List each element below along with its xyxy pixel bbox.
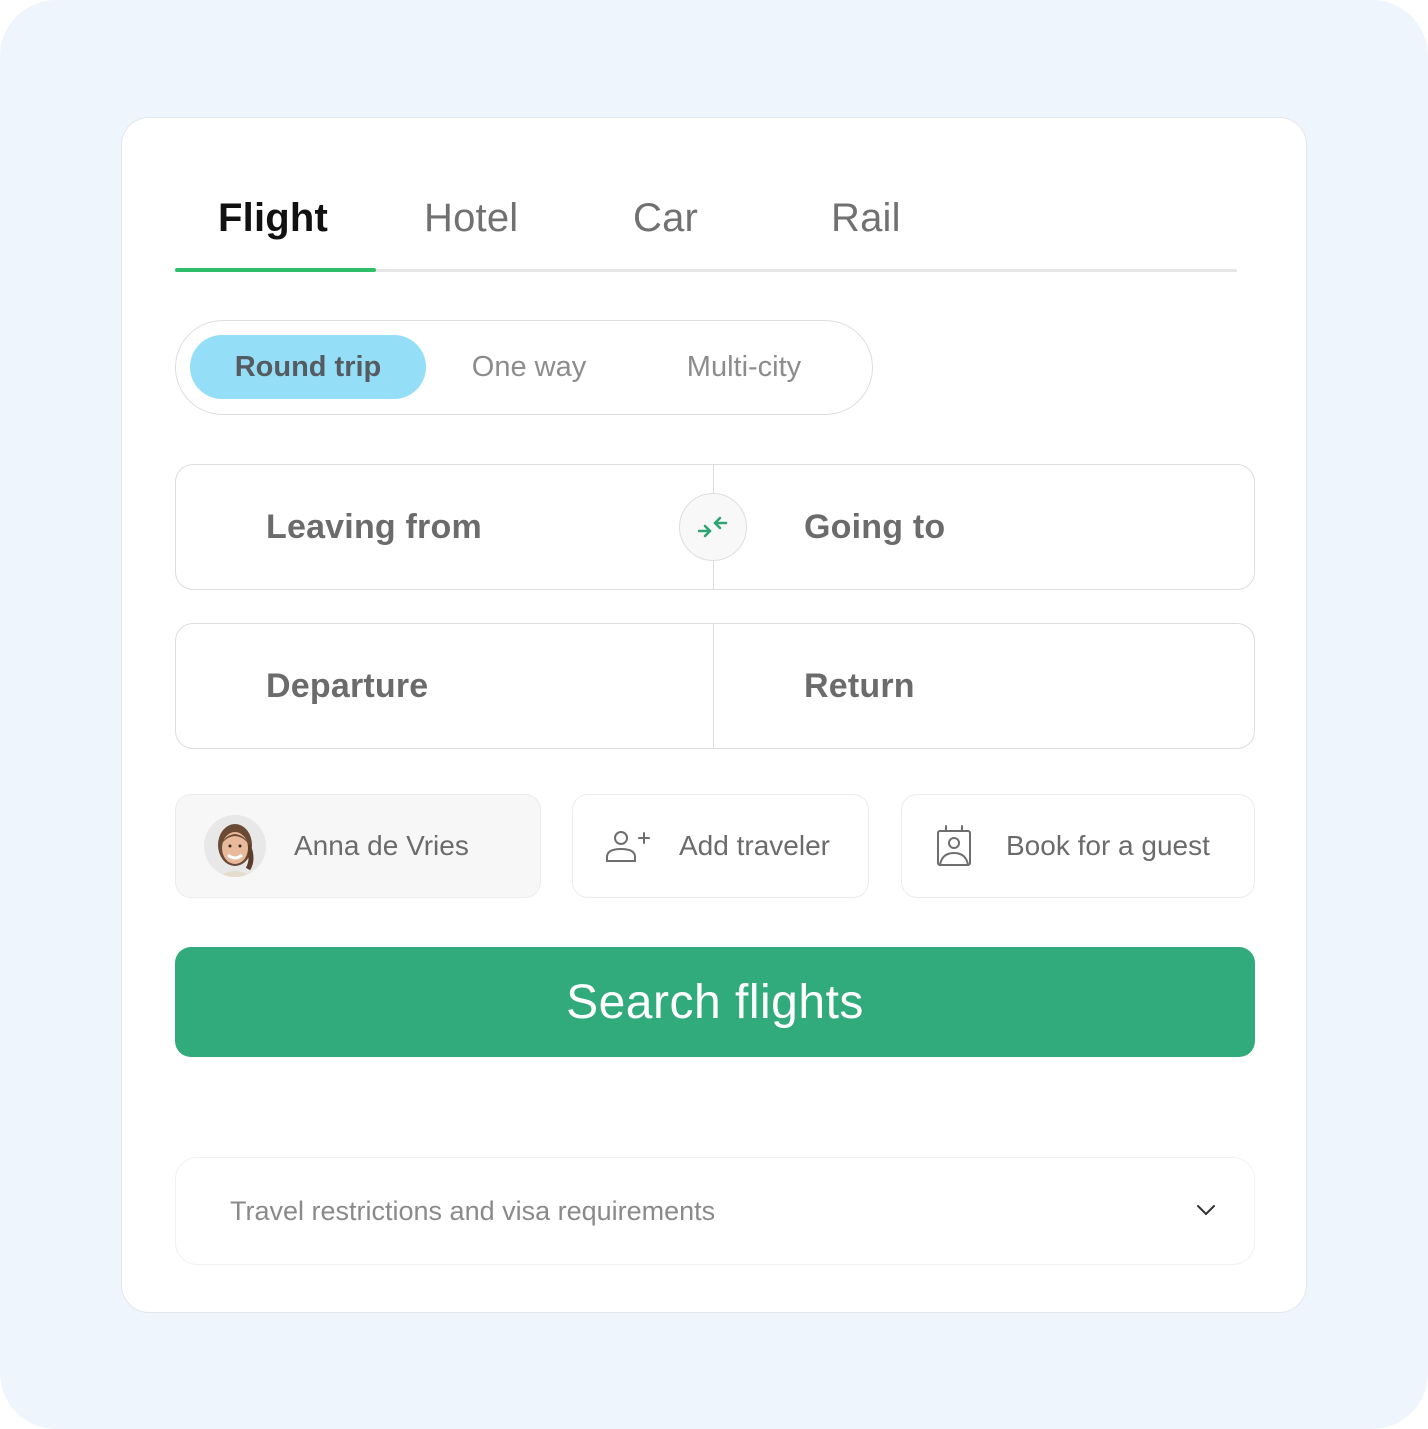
trip-type-multi-city[interactable]: Multi-city	[644, 335, 844, 399]
guest-badge-icon	[937, 825, 971, 866]
tab-rail[interactable]: Rail	[831, 196, 901, 241]
user-plus-icon	[606, 831, 650, 862]
tab-car[interactable]: Car	[633, 196, 698, 241]
active-tab-indicator	[175, 268, 376, 272]
departure-placeholder: Departure	[266, 666, 429, 705]
return-placeholder: Return	[804, 666, 915, 705]
tab-hotel[interactable]: Hotel	[424, 196, 518, 241]
book-for-guest-button[interactable]: Book for a guest	[901, 794, 1255, 898]
trip-type-selector: Round trip One way Multi-city	[175, 320, 873, 415]
avatar	[204, 815, 266, 877]
trip-type-one-way[interactable]: One way	[434, 335, 624, 399]
origin-field[interactable]: Leaving from	[176, 465, 713, 589]
travel-restrictions-accordion[interactable]: Travel restrictions and visa requirement…	[175, 1157, 1255, 1265]
route-fields: Leaving from Going to	[175, 464, 1255, 590]
chevron-down-icon[interactable]	[1194, 1198, 1218, 1222]
departure-date-field[interactable]: Departure	[176, 624, 713, 748]
book-for-guest-label: Book for a guest	[1006, 830, 1210, 861]
destination-field[interactable]: Going to	[713, 465, 1254, 589]
swap-locations-button[interactable]	[679, 493, 747, 561]
tab-flight[interactable]: Flight	[218, 196, 328, 241]
current-traveler-name: Anna de Vries	[294, 830, 469, 861]
add-traveler-button[interactable]: Add traveler	[572, 794, 869, 898]
travel-restrictions-label: Travel restrictions and visa requirement…	[230, 1195, 716, 1226]
booking-card: Flight Hotel Car Rail Round trip One way…	[121, 117, 1307, 1313]
add-traveler-label: Add traveler	[679, 830, 830, 861]
return-date-field[interactable]: Return	[713, 624, 1254, 748]
destination-placeholder: Going to	[804, 507, 946, 546]
current-traveler-chip[interactable]: Anna de Vries	[175, 794, 541, 898]
travel-type-tabs: Flight Hotel Car Rail	[175, 178, 1237, 272]
swap-arrows-icon	[698, 516, 728, 538]
origin-placeholder: Leaving from	[266, 507, 482, 546]
search-flights-button[interactable]: Search flights	[175, 947, 1255, 1057]
trip-type-round-trip[interactable]: Round trip	[190, 335, 426, 399]
date-fields: Departure Return	[175, 623, 1255, 749]
